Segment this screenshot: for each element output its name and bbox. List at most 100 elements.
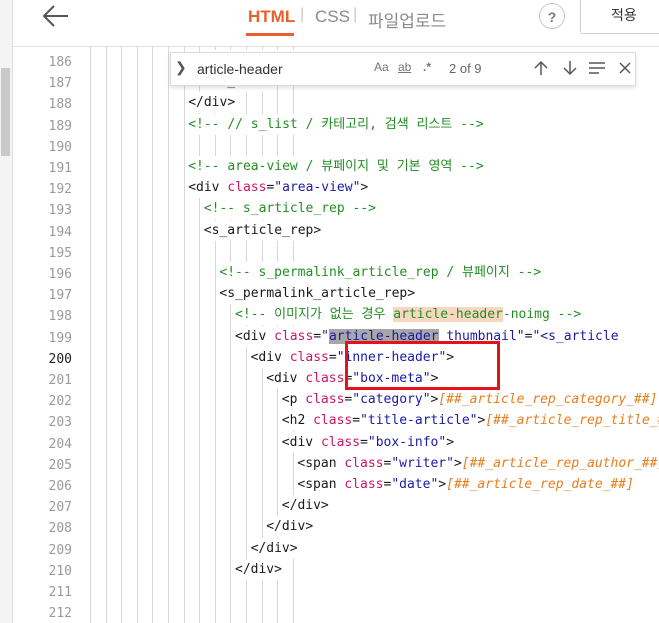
line-number: 200: [48, 351, 72, 367]
code-line[interactable]: <span class="writer">[##_article_rep_aut…: [297, 452, 659, 474]
code-line[interactable]: <!-- 이미지가 없는 경우 article-header-noimg -->: [235, 304, 582, 326]
code-token: <!-- area-view / 뷰페이지 및 기본 영역 -->: [188, 159, 484, 174]
indent-guide: [152, 46, 154, 623]
code-token: "<s_article: [532, 328, 619, 344]
tab-file-upload[interactable]: 파일업로드: [368, 7, 446, 32]
code-token: <p: [281, 392, 306, 408]
code-token: </div>: [250, 540, 298, 556]
code-token: >: [438, 477, 447, 492]
code-line[interactable]: </div>: [266, 516, 314, 538]
code-line[interactable]: <p class="category">[##_article_rep_cate…: [281, 389, 658, 411]
code-line[interactable]: </div>: [235, 558, 282, 580]
regex-toggle[interactable]: .*: [423, 60, 431, 74]
line-number: 193: [48, 203, 72, 219]
code-line[interactable]: <span class="date">[##_article_rep_date_…: [297, 474, 634, 495]
code-token: >: [360, 180, 369, 196]
apply-button[interactable]: 적용: [580, 0, 659, 34]
line-number: 190: [48, 139, 72, 155]
tab-css[interactable]: CSS: [315, 7, 350, 27]
next-match-arrow-down-icon[interactable]: [560, 60, 580, 76]
tab-separator: |: [300, 6, 305, 23]
line-number: 205: [48, 457, 72, 473]
line-number-gutter: 186 187 188 189 190 191 192 193 194 195 196 197 198 1…: [12, 46, 76, 623]
code-token: =: [360, 434, 368, 450]
toggle-replace-chevron-icon[interactable]: ❯: [175, 59, 187, 76]
code-line[interactable]: <!-- s_permalink_article_rep / 뷰페이지 -->: [219, 262, 542, 283]
code-editor[interactable]: </s_list_empty></s_list></div><!-- // s_…: [76, 46, 659, 623]
code-token: class: [320, 434, 361, 450]
match-case-toggle[interactable]: Aa: [374, 60, 389, 74]
code-token: "date": [391, 477, 439, 492]
code-token: >: [453, 455, 462, 471]
code-token: <!-- s_permalink_article_rep / 뷰페이지 -->: [219, 265, 542, 280]
code-token: class: [344, 477, 384, 492]
code-token: article-header: [393, 307, 503, 323]
line-number: 210: [48, 563, 72, 579]
code-token: =: [313, 328, 322, 344]
code-line[interactable]: <!-- // s_list / 카테고리, 검색 리스트 -->: [188, 113, 484, 135]
line-number: 201: [48, 373, 72, 388]
line-number: 196: [48, 267, 72, 282]
indent-guide: [105, 46, 107, 623]
help-button[interactable]: ?: [539, 3, 565, 29]
code-token: </div>: [266, 519, 314, 535]
code-token: "title-article": [360, 413, 478, 429]
code-token: =: [328, 349, 337, 365]
scrollbar-thumb[interactable]: [1, 68, 10, 156]
code-token: [##_article_rep_category_##]: [438, 392, 658, 408]
code-token: -noimg -->: [502, 307, 582, 323]
find-input[interactable]: [197, 59, 362, 79]
code-token: "writer": [391, 455, 454, 471]
line-number: 189: [48, 118, 72, 134]
line-number: 209: [48, 542, 72, 558]
code-token: class: [274, 328, 314, 344]
code-line[interactable]: </div>: [250, 537, 298, 559]
code-token: </div>: [281, 498, 329, 514]
code-line[interactable]: <s_permalink_article_rep>: [219, 283, 416, 305]
back-arrow-icon[interactable]: [40, 2, 74, 30]
code-token: [##_article_rep_date_##]: [446, 477, 634, 492]
code-line[interactable]: <h2 class="title-article">[##_article_re…: [281, 410, 659, 432]
active-tab-indicator: [246, 33, 294, 36]
code-token: <!-- s_article_rep -->: [203, 201, 376, 217]
code-token: <div: [266, 371, 306, 386]
indent-guide: [168, 46, 169, 623]
code-line[interactable]: <div class="area-view">: [188, 177, 369, 199]
code-line[interactable]: </div>: [188, 92, 236, 114]
line-number: 203: [48, 415, 72, 431]
code-token: class: [305, 392, 345, 408]
previous-match-arrow-up-icon[interactable]: [531, 60, 551, 76]
indent-guide: [136, 46, 138, 623]
code-token: <span: [297, 477, 345, 492]
editor-header: HTML | CSS | 파일업로드 ? 적용: [0, 0, 659, 47]
whole-word-toggle[interactable]: ab: [398, 60, 411, 74]
code-token: <div: [250, 349, 290, 365]
indent-guide: [121, 46, 123, 623]
code-token: <h2: [281, 413, 314, 429]
line-number: 208: [48, 521, 72, 537]
find-widget: ❯ Aa ab .* 2 of 9: [170, 52, 636, 86]
line-number: 188: [48, 97, 72, 113]
code-token: <div: [188, 180, 228, 196]
find-in-selection-icon[interactable]: [587, 61, 607, 75]
code-line[interactable]: </div>: [281, 495, 329, 517]
line-number: 206: [48, 479, 72, 494]
indent-guide: [183, 46, 185, 623]
code-line[interactable]: <div class="box-info">: [281, 431, 455, 453]
code-line[interactable]: <!-- s_article_rep -->: [203, 198, 376, 220]
code-token: class: [305, 371, 345, 386]
line-number: 212: [48, 606, 72, 622]
code-token: [##_article_rep_title_##]: [485, 413, 659, 429]
code-line[interactable]: <!-- area-view / 뷰페이지 및 기본 영역 -->: [188, 156, 484, 177]
code-token: >: [446, 434, 455, 450]
tab-html[interactable]: HTML: [248, 7, 295, 27]
code-token: class: [344, 455, 384, 471]
close-find-icon[interactable]: [615, 61, 635, 75]
code-token: <!-- // s_list / 카테고리, 검색 리스트 -->: [188, 116, 484, 132]
annotation-highlight-box: [345, 341, 500, 390]
code-token: ": [321, 328, 329, 344]
code-token: <span: [297, 455, 345, 471]
code-token: [##_article_rep_author_##]: [461, 455, 659, 471]
indent-guide: [90, 46, 91, 623]
code-line[interactable]: <s_article_rep>: [203, 219, 322, 241]
